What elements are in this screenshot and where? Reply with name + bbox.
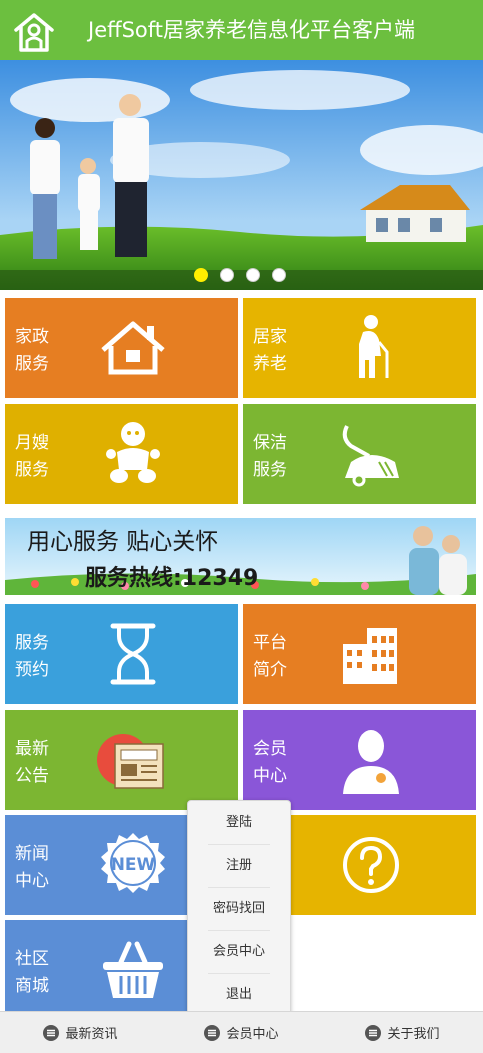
app-title: JeffSoft居家养老信息化平台客户端 bbox=[88, 18, 416, 42]
tile-label-line2: 中心 bbox=[15, 871, 49, 891]
promo-hotline: 服务热线:12349 bbox=[85, 566, 259, 591]
tile-home-care[interactable]: 居家 养老 bbox=[243, 298, 476, 398]
app-page: JeffSoft居家养老信息化平台客户端 家政 服务 居家 养老 月嫂 服务 保… bbox=[0, 0, 483, 1053]
tile-label-line1: 社区 bbox=[15, 949, 49, 969]
family-scene-image bbox=[0, 60, 483, 290]
tile-label-line2: 服务 bbox=[253, 460, 287, 480]
tile-label-line2: 服务 bbox=[15, 460, 49, 480]
hero-banner[interactable] bbox=[0, 60, 483, 290]
home-user-icon[interactable] bbox=[12, 10, 56, 54]
tile-label-line1: 新闻 bbox=[15, 844, 49, 864]
menu-icon bbox=[365, 1024, 382, 1041]
hourglass-icon bbox=[110, 623, 156, 685]
bottom-nav: 最新资讯 会员中心 关于我们 bbox=[0, 1011, 483, 1053]
building-icon bbox=[343, 628, 397, 684]
nav-label: 会员中心 bbox=[226, 1027, 279, 1042]
shopping-basket-icon bbox=[103, 941, 163, 998]
nav-about-us[interactable]: 关于我们 bbox=[322, 1012, 483, 1053]
tile-service-booking[interactable]: 服务 预约 bbox=[5, 604, 238, 704]
banner-dot-1[interactable] bbox=[194, 268, 208, 282]
banner-dot-2[interactable] bbox=[220, 268, 234, 282]
menu-icon bbox=[204, 1024, 221, 1041]
nav-member-center[interactable]: 会员中心 bbox=[161, 1012, 322, 1053]
tile-label-line1: 会员 bbox=[253, 739, 287, 759]
tile-platform-intro[interactable]: 平台 简介 bbox=[243, 604, 476, 704]
tile-label-line2: 养老 bbox=[253, 354, 287, 374]
tile-housekeeping[interactable]: 家政 服务 bbox=[5, 298, 238, 398]
announcement-icon bbox=[97, 734, 164, 789]
tile-member-center[interactable]: 会员 中心 bbox=[243, 710, 476, 810]
svg-text:NEW: NEW bbox=[111, 855, 156, 875]
tile-label-line1: 居家 bbox=[253, 327, 287, 347]
nav-latest-news[interactable]: 最新资讯 bbox=[0, 1012, 161, 1053]
banner-pagination bbox=[194, 268, 286, 282]
tile-label-line1: 保洁 bbox=[253, 433, 287, 453]
baby-icon bbox=[106, 422, 160, 483]
tile-label-line1: 月嫂 bbox=[15, 433, 49, 453]
tile-label-line1: 家政 bbox=[15, 327, 49, 347]
tile-label-line1: 平台 bbox=[253, 633, 287, 653]
tile-label-line2: 简介 bbox=[253, 660, 287, 680]
promo-slogan: 用心服务 贴心关怀 bbox=[27, 529, 219, 555]
question-icon bbox=[343, 837, 399, 893]
vacuum-cleaner-icon bbox=[342, 425, 399, 487]
tile-label-line2: 商城 bbox=[15, 976, 49, 996]
member-icon bbox=[343, 730, 399, 794]
new-badge-icon: NEW bbox=[101, 833, 165, 893]
tile-label-line2: 公告 bbox=[15, 766, 49, 786]
tile-cleaning[interactable]: 保洁 服务 bbox=[243, 404, 476, 504]
member-popup-menu: 登陆 注册 密码找回 会员中心 退出 bbox=[187, 800, 291, 1025]
menu-item-register[interactable]: 注册 bbox=[188, 844, 290, 887]
tile-label-line2: 预约 bbox=[15, 660, 49, 680]
nav-label: 关于我们 bbox=[387, 1027, 440, 1042]
nav-label: 最新资讯 bbox=[65, 1027, 118, 1042]
house-icon bbox=[101, 321, 165, 375]
menu-item-login[interactable]: 登陆 bbox=[188, 801, 290, 844]
menu-item-member-center[interactable]: 会员中心 bbox=[188, 930, 290, 973]
tile-maternity[interactable]: 月嫂 服务 bbox=[5, 404, 238, 504]
tile-announcements[interactable]: 最新 公告 bbox=[5, 710, 238, 810]
menu-icon bbox=[43, 1024, 60, 1041]
tile-label-line2: 中心 bbox=[253, 766, 287, 786]
banner-dot-4[interactable] bbox=[272, 268, 286, 282]
header-bar: JeffSoft居家养老信息化平台客户端 bbox=[0, 0, 483, 60]
elderly-person-icon bbox=[359, 315, 389, 378]
tile-label-line2: 服务 bbox=[15, 354, 49, 374]
menu-item-password-recovery[interactable]: 密码找回 bbox=[188, 887, 290, 930]
tile-label-line1: 服务 bbox=[15, 633, 49, 653]
banner-dot-3[interactable] bbox=[246, 268, 260, 282]
hotline-banner[interactable]: 用心服务 贴心关怀 服务热线:12349 bbox=[5, 518, 476, 595]
tile-label-line1: 最新 bbox=[15, 739, 49, 759]
